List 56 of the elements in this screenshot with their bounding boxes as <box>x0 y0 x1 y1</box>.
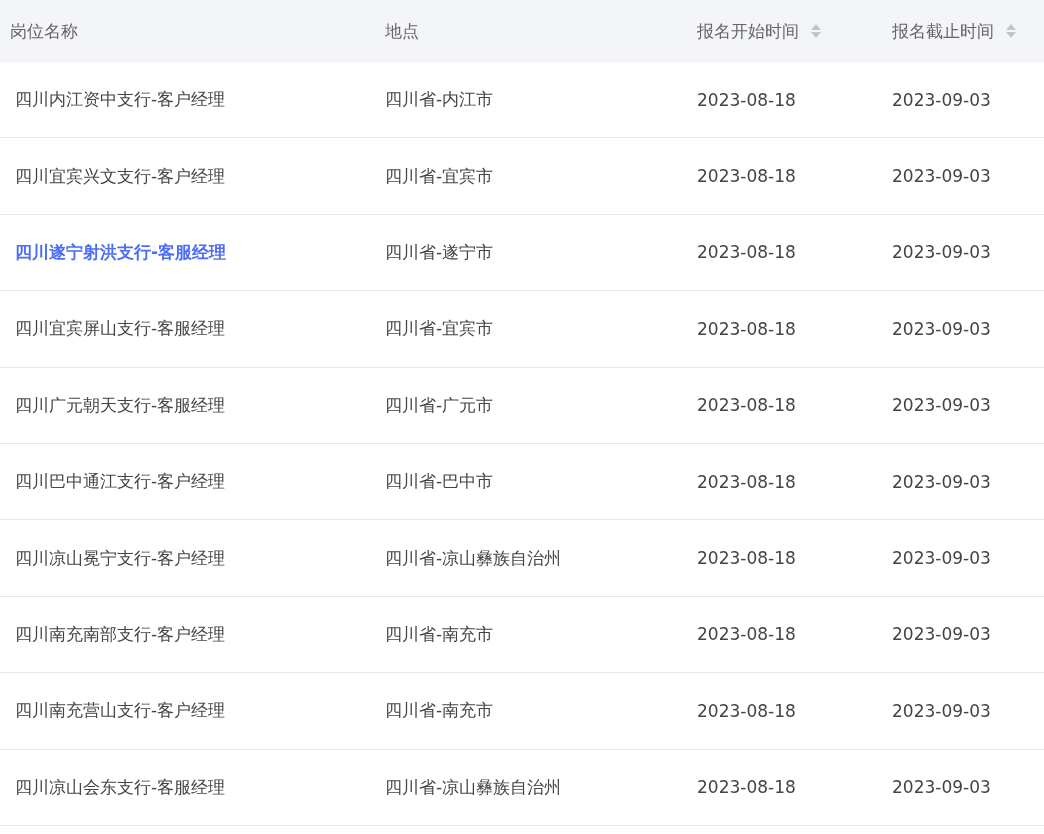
column-header[interactable]: 报名开始时间 <box>697 19 821 43</box>
start-date-cell: 2023-08-18 <box>697 548 796 569</box>
table-row[interactable]: 四川宜宾兴文支行-客户经理 四川省-宜宾市 2023-08-18 2023-09-03 <box>0 138 1044 215</box>
table-row[interactable]: 四川内江资中支行-客户经理 四川省-内江市 2023-08-18 2023-09-03 <box>0 62 1044 139</box>
sort-icon[interactable] <box>1006 23 1016 39</box>
table-row[interactable]: 四川凉山会东支行-客服经理 四川省-凉山彝族自治州 2023-08-18 2023-09-03 <box>0 749 1044 826</box>
table-row[interactable]: 四川凉山冕宁支行-客户经理 四川省-凉山彝族自治州 2023-08-18 2023-09-03 <box>0 520 1044 597</box>
job-title-link[interactable]: 四川广元朝天支行-客服经理 <box>15 393 226 417</box>
start-date-cell: 2023-08-18 <box>697 166 796 187</box>
job-title-link[interactable]: 四川凉山会东支行-客服经理 <box>15 775 226 799</box>
job-title-link[interactable]: 四川南充南部支行-客户经理 <box>15 622 226 646</box>
job-title-link[interactable]: 四川宜宾屏山支行-客服经理 <box>15 317 226 341</box>
job-title-link[interactable]: 四川遂宁射洪支行-客服经理 <box>15 240 227 264</box>
location-cell: 四川省-宜宾市 <box>385 164 494 188</box>
start-date-cell: 2023-08-18 <box>697 242 796 263</box>
start-date-cell: 2023-08-18 <box>697 395 796 416</box>
job-title-link[interactable]: 四川宜宾兴文支行-客户经理 <box>15 164 226 188</box>
end-date-cell: 2023-09-03 <box>892 242 991 263</box>
table-row[interactable]: 四川遂宁射洪支行-客服经理 四川省-遂宁市 2023-08-18 2023-09-03 <box>0 214 1044 292</box>
start-date-cell: 2023-08-18 <box>697 700 796 721</box>
table-row[interactable]: 四川南充营山支行-客户经理 四川省-南充市 2023-08-18 2023-09-03 <box>0 673 1044 750</box>
end-date-cell: 2023-09-03 <box>892 700 991 721</box>
end-date-cell: 2023-09-03 <box>892 318 991 339</box>
table-row[interactable]: 四川宜宾屏山支行-客服经理 四川省-宜宾市 2023-08-18 2023-09-03 <box>0 291 1044 368</box>
location-cell: 四川省-南充市 <box>385 699 494 723</box>
column-header: 岗位名称 <box>10 19 78 43</box>
location-cell: 四川省-巴中市 <box>385 470 494 494</box>
start-date-cell: 2023-08-18 <box>697 318 796 339</box>
end-date-cell: 2023-09-03 <box>892 471 991 492</box>
job-title-link[interactable]: 四川南充营山支行-客户经理 <box>15 699 226 723</box>
sort-icon[interactable] <box>811 23 821 39</box>
location-cell: 四川省-凉山彝族自治州 <box>385 775 562 799</box>
location-cell: 四川省-南充市 <box>385 622 494 646</box>
table-row[interactable]: 四川巴中通江支行-客户经理 四川省-巴中市 2023-08-18 2023-09-03 <box>0 443 1044 521</box>
end-date-cell: 2023-09-03 <box>892 624 991 645</box>
table-row[interactable]: 四川南充南部支行-客户经理 四川省-南充市 2023-08-18 2023-09-03 <box>0 596 1044 674</box>
start-date-cell: 2023-08-18 <box>697 89 796 110</box>
end-date-cell: 2023-09-03 <box>892 777 991 798</box>
table-row[interactable]: 四川广元朝天支行-客服经理 四川省-广元市 2023-08-18 2023-09-03 <box>0 367 1044 444</box>
location-cell: 四川省-凉山彝族自治州 <box>385 546 562 570</box>
location-cell: 四川省-遂宁市 <box>385 240 494 264</box>
end-date-cell: 2023-09-03 <box>892 395 991 416</box>
location-cell: 四川省-宜宾市 <box>385 317 494 341</box>
column-header[interactable]: 报名截止时间 <box>892 19 1016 43</box>
job-title-link[interactable]: 四川凉山冕宁支行-客户经理 <box>15 546 226 570</box>
start-date-cell: 2023-08-18 <box>697 624 796 645</box>
column-header: 地点 <box>385 19 419 43</box>
job-title-link[interactable]: 四川内江资中支行-客户经理 <box>15 88 226 112</box>
location-cell: 四川省-内江市 <box>385 88 494 112</box>
job-title-link[interactable]: 四川巴中通江支行-客户经理 <box>15 470 226 494</box>
start-date-cell: 2023-08-18 <box>697 777 796 798</box>
end-date-cell: 2023-09-03 <box>892 89 991 110</box>
location-cell: 四川省-广元市 <box>385 393 494 417</box>
start-date-cell: 2023-08-18 <box>697 471 796 492</box>
end-date-cell: 2023-09-03 <box>892 548 991 569</box>
end-date-cell: 2023-09-03 <box>892 166 991 187</box>
